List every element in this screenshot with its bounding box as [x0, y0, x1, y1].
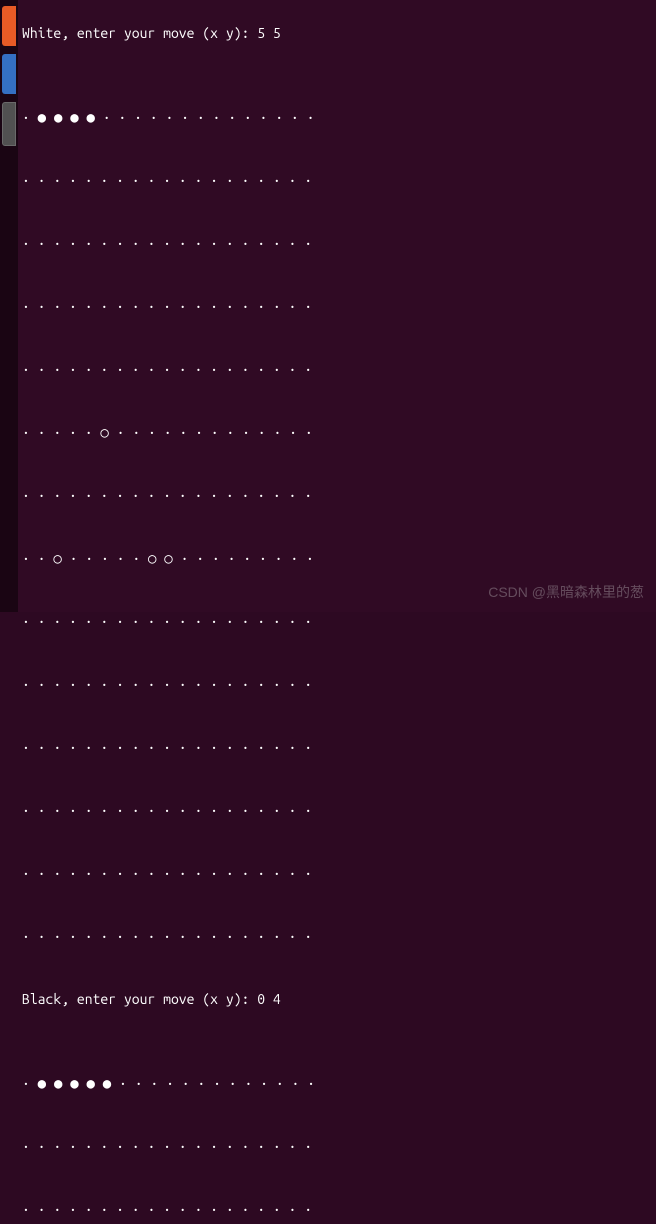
- board-row: · · · · · · · · · · · · · · · · · · ·: [22, 863, 652, 884]
- black-move-prompt: Black, enter your move (x y): 0 4: [22, 989, 652, 1010]
- board-row: · · · · · · · · · · · · · · · · · · ·: [22, 170, 652, 191]
- board-row: · · · · · · · · · · · · · · · · · · ·: [22, 233, 652, 254]
- launcher-item-files[interactable]: [2, 6, 16, 46]
- board-state-2: · ● ● ● ● ● · · · · · · · · · · · · · · …: [22, 1031, 652, 1224]
- board-row: · · · · · · · · · · · · · · · · · · ·: [22, 1136, 652, 1157]
- launcher-item-app[interactable]: [2, 54, 16, 94]
- board-row: · · · · · · · · · · · · · · · · · · ·: [22, 485, 652, 506]
- board-row: · · · · · · · · · · · · · · · · · · ·: [22, 674, 652, 695]
- board-row: · · · · · · · · · · · · · · · · · · ·: [22, 1199, 652, 1220]
- board-row: · · · · · · · · · · · · · · · · · · ·: [22, 611, 652, 632]
- board-row: · ● ● ● ● · · · · · · · · · · · · · ·: [22, 107, 652, 128]
- launcher-item-terminal[interactable]: [2, 102, 16, 146]
- board-row: · · · · · · · · · · · · · · · · · · ·: [22, 926, 652, 947]
- white-move-prompt: White, enter your move (x y): 5 5: [22, 23, 652, 44]
- board-row: · ● ● ● ● ● · · · · · · · · · · · · ·: [22, 1073, 652, 1094]
- board-row: · · ○ · · · · · ○ ○ · · · · · · · · ·: [22, 548, 652, 569]
- board-row: · · · · · · · · · · · · · · · · · · ·: [22, 737, 652, 758]
- board-state-1: · ● ● ● ● · · · · · · · · · · · · · · · …: [22, 65, 652, 968]
- board-row: · · · · · · · · · · · · · · · · · · ·: [22, 359, 652, 380]
- board-row: · · · · · ○ · · · · · · · · · · · · ·: [22, 422, 652, 443]
- board-row: · · · · · · · · · · · · · · · · · · ·: [22, 296, 652, 317]
- terminal-output[interactable]: White, enter your move (x y): 5 5 · ● ● …: [18, 0, 656, 612]
- launcher-bar: [0, 0, 18, 612]
- board-row: · · · · · · · · · · · · · · · · · · ·: [22, 800, 652, 821]
